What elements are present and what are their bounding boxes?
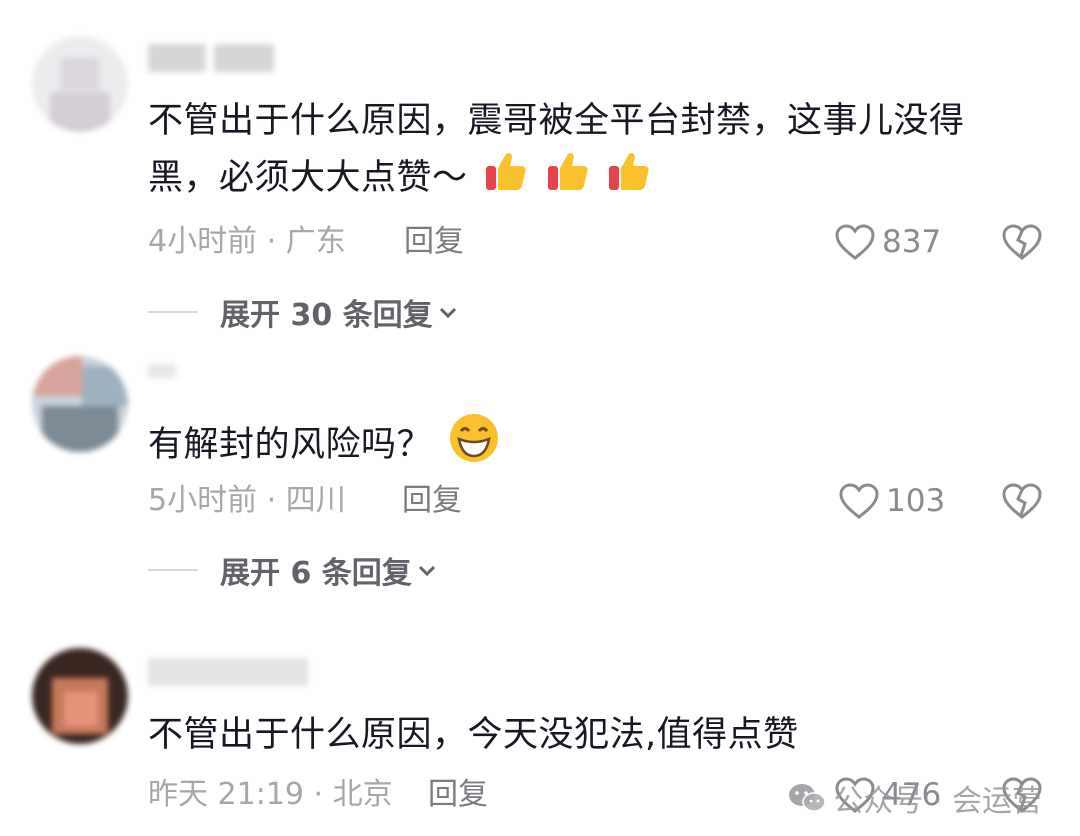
heart-icon — [839, 483, 879, 519]
avatar[interactable] — [32, 648, 128, 744]
time-location: 5小时前 · 四川 — [148, 483, 346, 518]
time-location: 昨天 21:19 · 北京 — [148, 777, 393, 812]
thumbs-up-icon — [545, 148, 591, 210]
divider — [148, 569, 198, 571]
comment-text: 不管出于什么原因，震哥被全平台封禁，这事儿没得 黑，必须大大点赞～ — [148, 94, 1028, 210]
wechat-icon — [789, 784, 827, 812]
like-count: 837 — [882, 224, 942, 260]
expand-replies[interactable]: 展开 30 条回复 — [148, 292, 459, 333]
chevron-down-icon — [439, 307, 456, 319]
reply-button[interactable]: 回复 — [428, 775, 488, 815]
grinning-face-icon — [448, 412, 500, 480]
reply-button[interactable]: 回复 — [402, 481, 462, 521]
thumbs-up-icon — [483, 148, 529, 210]
like-button[interactable]: 103 — [838, 481, 945, 521]
reply-button[interactable]: 回复 — [404, 222, 464, 262]
like-count: 103 — [886, 483, 946, 519]
heart-icon — [835, 224, 875, 260]
dislike-button[interactable] — [1000, 222, 1044, 262]
chevron-down-icon — [418, 565, 435, 577]
dislike-button[interactable] — [1000, 481, 1044, 521]
avatar[interactable] — [32, 356, 128, 452]
time-location: 4小时前 · 广东 — [148, 224, 346, 259]
username[interactable] — [148, 44, 274, 76]
like-button[interactable]: 837 — [834, 222, 941, 262]
broken-heart-icon — [1002, 483, 1042, 519]
expand-replies[interactable]: 展开 6 条回复 — [148, 550, 438, 591]
username[interactable] — [148, 364, 176, 396]
avatar[interactable] — [32, 36, 128, 132]
broken-heart-icon — [1002, 224, 1042, 260]
watermark: 公众号 · 会运营 — [787, 776, 1042, 820]
divider — [148, 311, 198, 313]
watermark-text: 公众号 · 会运营 — [833, 784, 1042, 819]
comment-text: 有解封的风险吗？ — [148, 412, 1028, 480]
username[interactable] — [148, 658, 308, 690]
thumbs-up-icon — [606, 148, 652, 210]
comment-text: 不管出于什么原因，今天没犯法,值得点赞 — [148, 715, 799, 755]
